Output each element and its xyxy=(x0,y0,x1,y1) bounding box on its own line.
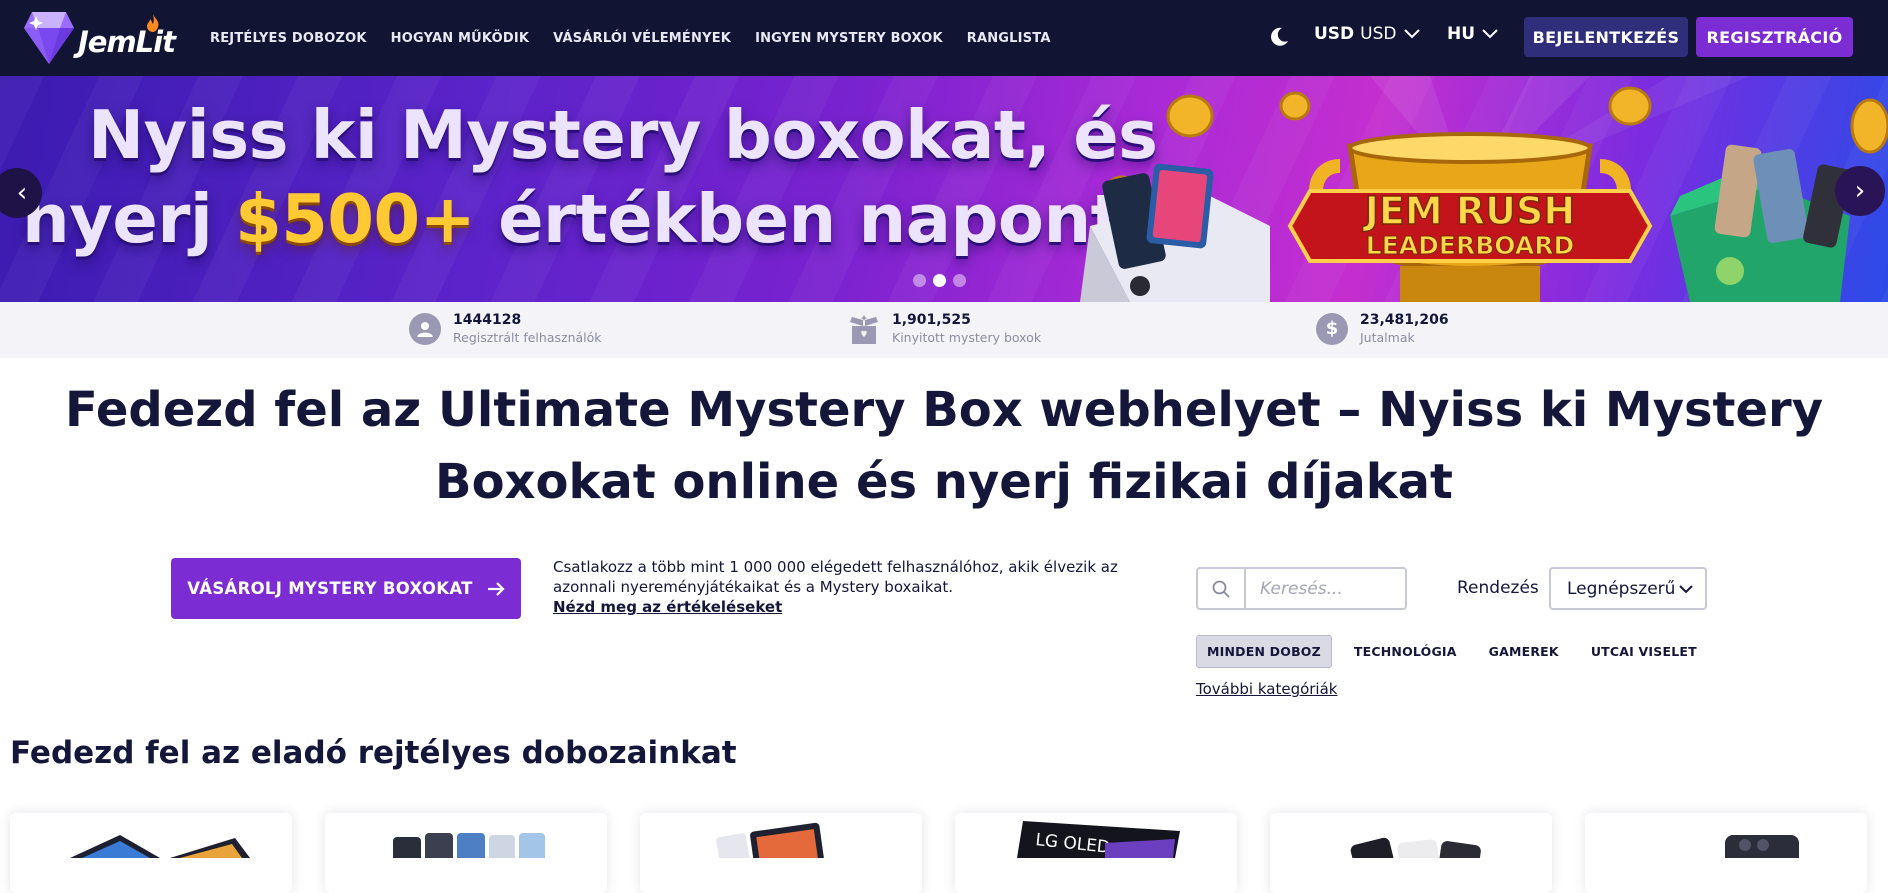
carousel-dot-3[interactable] xyxy=(953,274,966,287)
sort-select[interactable]: Legnépszerű xyxy=(1549,567,1707,610)
banner-line2-suffix: értékben naponta xyxy=(475,180,1167,258)
arrow-right-icon xyxy=(487,581,505,596)
box-card-tablets[interactable] xyxy=(640,813,922,893)
user-icon xyxy=(409,312,441,345)
flame-icon xyxy=(147,14,159,32)
tablets-image xyxy=(716,822,824,858)
category-gamers[interactable]: GAMEREK xyxy=(1479,636,1569,667)
category-all-boxes[interactable]: MINDEN DOBOZ xyxy=(1196,635,1332,668)
view-reviews-link[interactable]: Nézd meg az értékeléseket xyxy=(553,598,782,616)
nav-links: REJTÉLYES DOBOZOK HOGYAN MŰKÖDIK VÁSÁRLÓ… xyxy=(210,0,1075,76)
language-selector[interactable]: HU xyxy=(1447,24,1499,44)
login-button[interactable]: BEJELENTKEZÉS xyxy=(1524,17,1688,57)
currency-label: USD xyxy=(1360,24,1397,44)
buy-mystery-boxes-button[interactable]: VÁSÁROLJ MYSTERY BOXOKAT xyxy=(171,558,521,619)
more-categories-link[interactable]: További kategóriák xyxy=(1196,680,1337,698)
nav-link-reviews[interactable]: VÁSÁRLÓI VÉLEMÉNYEK xyxy=(553,31,731,46)
foldable-phone-image xyxy=(1725,835,1799,858)
box-card-phones[interactable] xyxy=(325,813,607,893)
page-headline: Fedezd fel az Ultimate Mystery Box webhe… xyxy=(30,374,1858,518)
carousel-dot-1[interactable] xyxy=(913,274,926,287)
language-code: HU xyxy=(1447,24,1476,44)
phones-image xyxy=(393,833,545,858)
currency-code: USD xyxy=(1314,24,1355,44)
stat-registered-users: 1444128 Regisztrált felhasználók xyxy=(409,312,602,345)
stat-value: 1,901,525 xyxy=(892,312,971,328)
category-filters: MINDEN DOBOZ TECHNOLÓGIA GAMEREK UTCAI V… xyxy=(1196,635,1719,668)
banner-headline-line2: nyerj $500+ értékben naponta xyxy=(22,180,1167,258)
carousel-dots xyxy=(913,274,966,287)
chevron-down-icon xyxy=(1679,585,1693,594)
stat-label: Regisztrált felhasználók xyxy=(453,330,602,345)
category-streetwear[interactable]: UTCAI VISELET xyxy=(1581,636,1707,667)
banner-line2-prefix: nyerj xyxy=(22,180,236,258)
laptops-image xyxy=(70,835,250,858)
currency-selector[interactable]: USD USD xyxy=(1314,24,1421,44)
jem-rush-trophy-illustration: JEM RUSH LEADERBOARD xyxy=(1080,76,1888,302)
nav-link-free-boxes[interactable]: INGYEN MYSTERY BOXOK xyxy=(755,31,943,46)
box-card-laptops[interactable] xyxy=(10,813,292,893)
gem-logo-icon xyxy=(24,12,74,64)
dollar-icon: $ xyxy=(1316,312,1348,345)
box-card-foldable[interactable] xyxy=(1585,813,1867,893)
phones-dark-image xyxy=(1350,837,1481,858)
box-card-phones-dark[interactable] xyxy=(1270,813,1552,893)
section-title: Fedezd fel az eladó rejtélyes dobozainka… xyxy=(10,735,737,771)
hero-banner-carousel[interactable]: Nyiss ki Mystery boxokat, és nyerj $500+… xyxy=(0,76,1888,302)
nav-link-leaderboard[interactable]: RANGLISTA xyxy=(967,31,1051,46)
stat-value: 23,481,206 xyxy=(1360,312,1449,328)
sort-selected-value: Legnépszerű xyxy=(1567,578,1676,599)
mystery-box-grid: LG OLED xyxy=(10,813,1867,893)
search-input[interactable] xyxy=(1246,569,1404,608)
stat-rewards: $ 23,481,206 Jutalmak xyxy=(1316,312,1449,345)
box-card-lg-oled[interactable]: LG OLED xyxy=(955,813,1237,893)
stats-bar: 1444128 Regisztrált felhasználók 1,901,5… xyxy=(0,302,1888,358)
logo-wordmark: JemLit xyxy=(78,25,176,59)
stat-label: Jutalmak xyxy=(1360,330,1415,345)
cta-button-label: VÁSÁROLJ MYSTERY BOXOKAT xyxy=(187,579,473,598)
cta-description: Csatlakozz a több mint 1 000 000 elégede… xyxy=(553,558,1118,596)
banner-prize-amount: $500+ xyxy=(235,180,476,258)
nav-link-how-it-works[interactable]: HOGYAN MŰKÖDIK xyxy=(391,31,530,46)
register-button[interactable]: REGISZTRÁCIÓ xyxy=(1696,17,1853,57)
open-box-icon xyxy=(848,313,880,345)
top-navbar: JemLit REJTÉLYES DOBOZOK HOGYAN MŰKÖDIK … xyxy=(0,0,1888,76)
stat-label: Kinyitott mystery boxok xyxy=(892,330,1042,345)
nav-link-mystery-boxes[interactable]: REJTÉLYES DOBOZOK xyxy=(210,31,367,46)
chevron-down-icon xyxy=(1482,29,1498,39)
dark-mode-moon-icon[interactable] xyxy=(1268,26,1290,48)
stat-value: 1444128 xyxy=(453,312,522,328)
carousel-dot-2[interactable] xyxy=(933,274,946,287)
headline-bold: Fedezd fel az Ultimate Mystery Box webhe… xyxy=(64,382,1321,438)
category-technology[interactable]: TECHNOLÓGIA xyxy=(1344,636,1467,667)
stat-opened-boxes: 1,901,525 Kinyitott mystery boxok xyxy=(848,312,1041,345)
trophy-text-line1: JEM RUSH xyxy=(1362,189,1575,233)
carousel-next-button[interactable]: › xyxy=(1835,166,1885,216)
search-box xyxy=(1196,567,1407,610)
trophy-text-line2: LEADERBOARD xyxy=(1366,231,1574,260)
banner-headline-line1: Nyiss ki Mystery boxokat, és xyxy=(88,96,1158,174)
search-icon[interactable] xyxy=(1198,569,1246,608)
lg-oled-tv-image: LG OLED xyxy=(1017,821,1180,858)
chevron-down-icon xyxy=(1403,29,1420,39)
sort-label: Rendezés xyxy=(1457,578,1539,598)
